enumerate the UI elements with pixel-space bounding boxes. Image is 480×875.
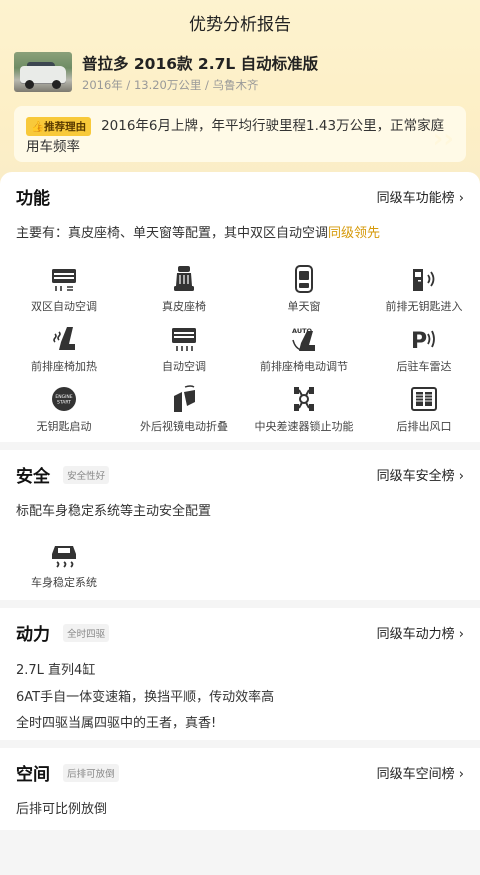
space-title: 空间	[16, 765, 50, 785]
feature-item[interactable]: 车身稳定系统	[4, 540, 124, 590]
page-title: 优势分析报告	[189, 15, 291, 35]
function-title: 功能	[16, 189, 50, 209]
start-button-icon: ENGINE START	[52, 387, 76, 411]
feature-item[interactable]: AUTO 前排座椅电动调节	[244, 324, 364, 374]
rear-vent-icon	[411, 387, 437, 411]
feature-item[interactable]: 自动空调	[124, 324, 244, 374]
safety-title: 安全	[16, 467, 50, 487]
feature-item[interactable]: 前排座椅加热	[4, 324, 124, 374]
feature-item[interactable]: 双区自动空调	[4, 264, 124, 314]
decorative-arrows-icon: ››	[432, 124, 454, 154]
feature-item[interactable]: 真皮座椅	[124, 264, 244, 314]
power-line: 全时四驱当属四驱中的王者，真香!	[16, 716, 217, 731]
function-section: 功能 同级车功能榜 › 主要有：真皮座椅、单天窗等配置，其中双区自动空调同级领先…	[0, 172, 480, 442]
car-thumbnail	[14, 52, 72, 92]
power-details: 2.7L 直列4缸 6AT手自一体变速箱，换挡平顺，传动效率高 全时四驱当属四驱…	[16, 658, 274, 738]
recommend-reason: 👍推荐理由 2016年6月上牌，年平均行驶里程1.43万公里，正常家庭用车频率 …	[14, 106, 466, 162]
feature-item[interactable]: 中央差速器锁止功能	[244, 384, 364, 434]
space-tag: 后排可放倒	[63, 763, 119, 782]
power-line: 6AT手自一体变速箱，换挡平顺，传动效率高	[16, 689, 275, 705]
function-rank-link[interactable]: 同级车功能榜 ›	[377, 187, 464, 206]
safety-section: 安全 安全性好 同级车安全榜 › 标配车身稳定系统等主动安全配置 车身稳定系统	[0, 450, 480, 600]
mirror-fold-icon	[174, 385, 195, 412]
feature-item[interactable]: 单天窗	[244, 264, 364, 314]
space-rank-link[interactable]: 同级车空间榜 ›	[377, 763, 464, 782]
power-section: 动力 全时四驱 同级车动力榜 › 2.7L 直列4缸 6AT手自一体变速箱，换挡…	[0, 608, 480, 740]
power-title: 动力	[16, 625, 50, 645]
keyless-entry-icon	[413, 269, 435, 291]
feature-item[interactable]: ENGINE START 无钥匙启动	[4, 384, 124, 434]
safety-desc: 标配车身稳定系统等主动安全配置	[16, 504, 212, 519]
feature-item[interactable]: 后排出风口	[364, 384, 480, 434]
diff-lock-icon	[294, 387, 314, 411]
seat-heating-icon	[53, 327, 75, 350]
dual-zone-ac-icon	[52, 269, 76, 291]
car-name: 普拉多 2016款 2.7L 自动标准版	[82, 55, 319, 73]
sunroof-icon	[295, 265, 313, 293]
car-meta: 2016年 / 13.20万公里 / 乌鲁木齐	[82, 78, 259, 92]
car-summary[interactable]: 普拉多 2016款 2.7L 自动标准版 2016年 / 13.20万公里 / …	[14, 52, 466, 96]
svg-text:START: START	[57, 400, 71, 406]
space-section: 空间 后排可放倒 同级车空间榜 › 后排可比例放倒	[0, 748, 480, 830]
function-highlight: 同级领先	[328, 226, 381, 241]
recommend-reason-tag: 👍推荐理由	[26, 117, 92, 136]
svg-text:P: P	[411, 329, 427, 354]
thumb-up-icon: 👍	[31, 121, 45, 133]
feature-item[interactable]: P 后驻车雷达	[364, 324, 480, 374]
svg-text:ENGINE: ENGINE	[55, 394, 72, 400]
safety-rank-link[interactable]: 同级车安全榜 ›	[377, 465, 464, 484]
leather-seat-icon	[174, 266, 194, 291]
parking-radar-icon: P	[411, 329, 435, 354]
power-line: 2.7L 直列4缸	[16, 663, 96, 678]
space-desc: 后排可比例放倒	[16, 802, 108, 817]
safety-tag: 安全性好	[63, 465, 110, 484]
auto-ac-icon	[172, 328, 196, 351]
power-seat-icon: AUTO	[292, 327, 315, 351]
feature-item[interactable]: 外后视镜电动折叠	[124, 384, 244, 434]
power-tag: 全时四驱	[63, 623, 110, 642]
feature-item[interactable]: 前排无钥匙进入	[364, 264, 480, 314]
esp-icon	[52, 546, 76, 568]
power-rank-link[interactable]: 同级车动力榜 ›	[377, 623, 464, 642]
function-desc: 主要有：真皮座椅、单天窗等配置，其中双区自动空调同级领先	[16, 226, 381, 241]
